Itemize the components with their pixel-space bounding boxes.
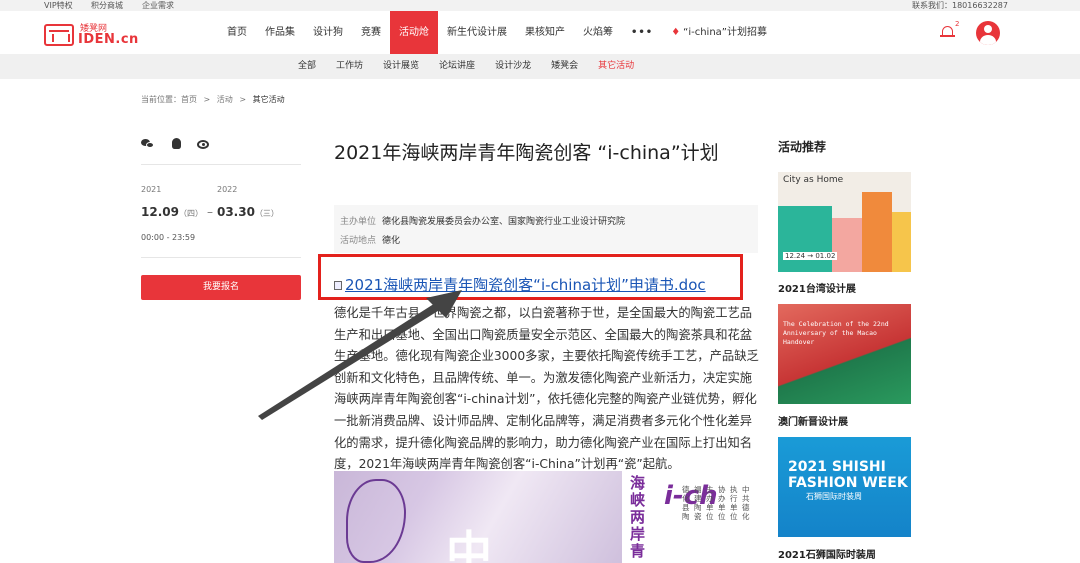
rec3-img-text: 2021 SHISHI FASHION WEEK — [788, 459, 908, 491]
subnav-forum[interactable]: 论坛讲座 — [429, 54, 485, 79]
signup-button[interactable]: 我要报名 — [141, 275, 301, 300]
poster-col: 协办单位 — [718, 485, 726, 521]
date-dash: – — [206, 205, 213, 219]
site-logo[interactable]: 矮凳网 IDEN.cn — [44, 21, 138, 47]
notification-count: 2 — [955, 20, 960, 28]
breadcrumb-home[interactable]: 当前位置：首页 — [141, 95, 197, 104]
location-label: 活动地点 — [340, 236, 377, 246]
qq-share-icon[interactable] — [169, 138, 183, 150]
divider — [141, 257, 301, 258]
user-avatar-icon[interactable] — [976, 21, 1000, 45]
rec3-img-sub: 石狮国际时装周 — [806, 492, 862, 501]
subnav-salon[interactable]: 设计沙龙 — [485, 54, 541, 79]
organizer-label: 主办单位 — [340, 217, 377, 227]
end-year: 2022 — [217, 185, 238, 194]
end-weekday: （三） — [254, 209, 279, 218]
poster-col: 主办单位 — [706, 485, 714, 521]
enterprise-needs-link[interactable]: 企业需求 — [142, 0, 174, 11]
wechat-share-icon[interactable] — [141, 138, 155, 150]
nav-item-crowdfunding[interactable]: 火焰筹 — [574, 11, 622, 54]
contact-info: 联系我们：18016632287 — [912, 1, 1008, 10]
organizer-row: 主办单位 德化县陶瓷发展委员会办公室、国家陶瓷行业工业设计研究院 — [340, 214, 625, 227]
poster-big-char: 中 — [446, 526, 492, 563]
start-year: 2021 — [141, 185, 162, 194]
subnav-all[interactable]: 全部 — [288, 54, 326, 79]
recommended-label-shishi[interactable]: 2021石狮国际时装周 — [778, 546, 876, 561]
start-weekday: （四） — [178, 209, 203, 218]
breadcrumb-current: 其它活动 — [252, 95, 285, 104]
event-date-range: 12.09（四） –03.30（三） — [141, 205, 279, 219]
rec1-img-text: City as Home — [783, 175, 844, 185]
recommended-label-taiwan[interactable]: 2021台湾设计展 — [778, 280, 856, 295]
nav-recruit-label: “i-china”计划招募 — [683, 27, 767, 38]
recommended-image-taiwan[interactable]: City as Home 12.24 → 01.02 — [778, 172, 911, 272]
recommended-image-macao[interactable]: The Celebration of the 22nd Anniversary … — [778, 304, 911, 404]
subnav-workshop[interactable]: 工作坊 — [326, 54, 373, 79]
sub-nav: 全部 工作坊 设计展览 论坛讲座 设计沙龙 矮凳会 其它活动 — [0, 54, 1080, 79]
avatar-body — [980, 35, 996, 45]
nav-item-competition[interactable]: 竞赛 — [352, 11, 390, 54]
page: VIP特权 积分商城 企业需求 联系我们：18016632287 矮凳网 IDE… — [0, 0, 1080, 563]
bell-base — [940, 35, 955, 37]
subnav-other[interactable]: 其它活动 — [588, 54, 644, 79]
event-poster-image: 中 海峡两岸青 i-ch 协办单位 执行单位 主办单位 中共德化 福建陶瓷 德化… — [334, 471, 760, 563]
breadcrumb: 当前位置：首页 > 活动 > 其它活动 — [141, 94, 285, 105]
location-row: 活动地点 德化 — [340, 233, 400, 246]
nav-item-design-dog[interactable]: 设计狗 — [304, 11, 352, 54]
recommended-title: 活动推荐 — [778, 140, 827, 154]
share-bar — [141, 138, 211, 150]
event-info-box: 主办单位 德化县陶瓷发展委员会办公室、国家陶瓷行业工业设计研究院 活动地点 德化 — [334, 205, 758, 253]
location-value: 德化 — [382, 236, 401, 246]
nav-item-new-gen-exhibit[interactable]: 新生代设计展 — [438, 11, 516, 54]
poster-vertical-title: 海峡两岸青 — [630, 474, 646, 560]
vip-link[interactable]: VIP特权 — [44, 0, 73, 11]
stool-logo-icon — [44, 24, 74, 46]
main-header: 矮凳网 IDEN.cn 首页 作品集 设计狗 竞赛 活动炝 新生代设计展 果核知… — [0, 11, 1080, 54]
breadcrumb-events[interactable]: 活动 — [217, 95, 233, 104]
fire-icon: ♦ — [671, 27, 681, 38]
article-body: 德化是千年古县、世界陶瓷之都，以白瓷著称于世，是全国最大的陶瓷工艺品生产和出口基… — [334, 306, 759, 472]
poster-col: 执行单位 — [730, 485, 738, 521]
rec1-img-date: 12.24 → 01.02 — [783, 252, 838, 260]
poster-col: 中共德化 — [742, 485, 750, 521]
organizer-value: 德化县陶瓷发展委员会办公室、国家陶瓷行业工业设计研究院 — [382, 217, 626, 227]
end-date: 03.30 — [216, 205, 255, 219]
annotation-highlight-box — [318, 254, 743, 300]
start-date: 12.09 — [141, 205, 179, 219]
notification-bell-icon[interactable]: 2 — [940, 20, 959, 39]
rec2-img-text: The Celebration of the 22nd Anniversary … — [783, 320, 889, 346]
weibo-share-icon[interactable] — [197, 138, 211, 150]
divider — [141, 164, 301, 165]
nav-item-portfolio[interactable]: 作品集 — [256, 11, 304, 54]
subnav-exhibition[interactable]: 设计展览 — [373, 54, 429, 79]
nav-item-recruit[interactable]: ♦ “i-china”计划招募 — [662, 11, 776, 54]
recommended-label-macao[interactable]: 澳门新晋设计展 — [778, 413, 848, 428]
logo-en: IDEN.cn — [78, 32, 139, 47]
nav-item-events[interactable]: 活动炝 — [390, 11, 438, 54]
nav-item-home[interactable]: 首页 — [218, 11, 256, 54]
more-menu-button[interactable]: ••• — [622, 11, 662, 54]
nav-item-ip[interactable]: 果核知产 — [516, 11, 574, 54]
poster-col: 福建陶瓷 — [694, 485, 702, 521]
main-nav: 首页 作品集 设计狗 竞赛 活动炝 新生代设计展 果核知产 火焰筹 ••• ♦ “… — [218, 11, 776, 54]
breadcrumb-sep: > — [239, 95, 247, 104]
avatar-head — [984, 25, 992, 33]
article-title: 2021年海峡两岸青年陶瓷创客 “i-china”计划 — [334, 142, 719, 164]
recommended-image-shishi[interactable]: 2021 SHISHI FASHION WEEK 石狮国际时装周 — [778, 437, 911, 537]
subnav-iden-meetup[interactable]: 矮凳会 — [541, 54, 588, 79]
event-time: 00:00 - 23:59 — [141, 233, 196, 242]
breadcrumb-sep: > — [203, 95, 211, 104]
top-utility-bar: VIP特权 积分商城 企业需求 联系我们：18016632287 — [0, 0, 1080, 11]
poster-col: 德化县陶 — [682, 485, 690, 521]
points-mall-link[interactable]: 积分商城 — [91, 0, 123, 11]
